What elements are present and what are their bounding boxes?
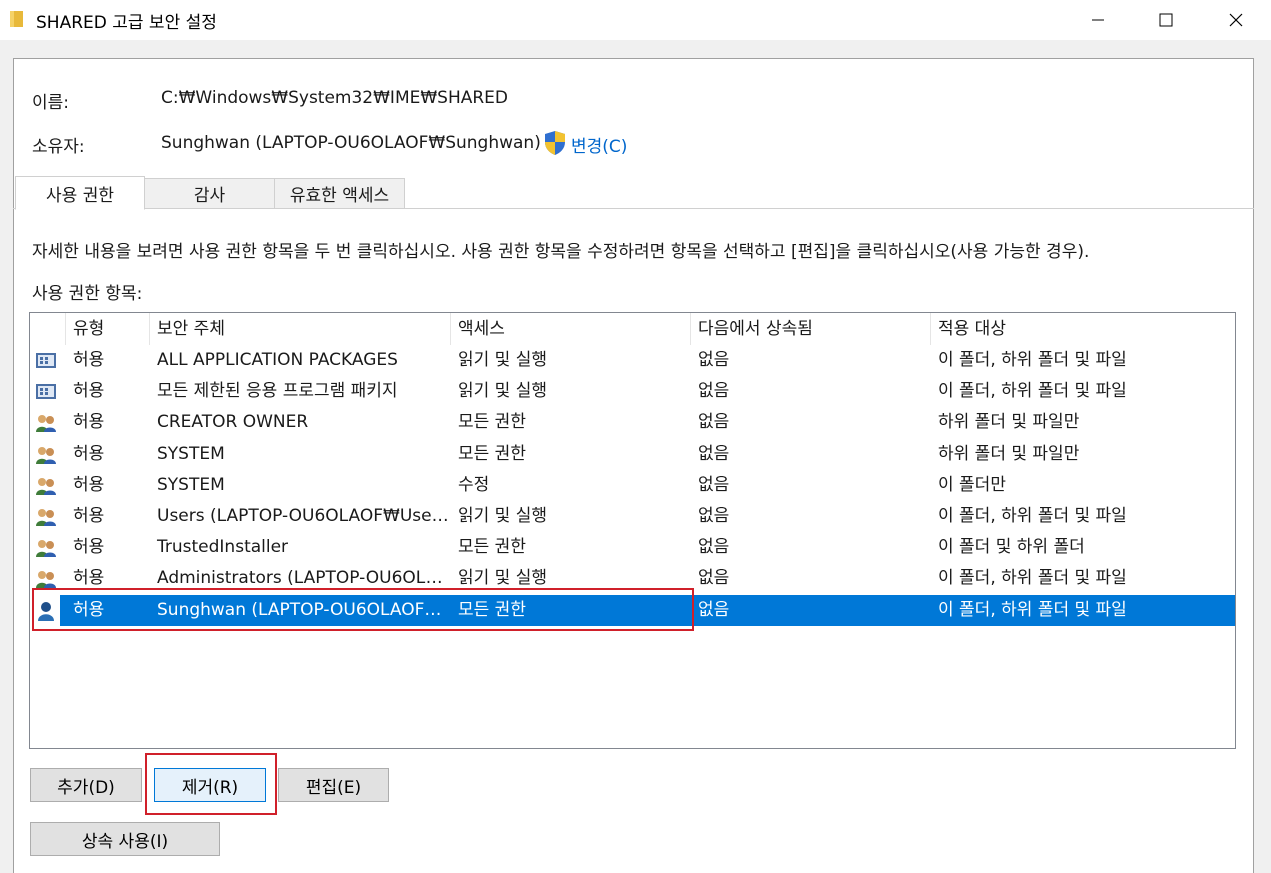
- name-value: C:₩Windows₩System32₩IME₩SHARED: [161, 88, 509, 108]
- title-bar: SHARED 고급 보안 설정: [0, 0, 1271, 40]
- remove-button[interactable]: 제거(R): [154, 768, 266, 802]
- cell-type: 허용: [73, 474, 105, 495]
- column-header-type[interactable]: 유형: [66, 313, 150, 345]
- add-button[interactable]: 추가(D): [30, 768, 142, 802]
- list-header: 유형 보안 주체 액세스 다음에서 상속됨 적용 대상: [30, 313, 1235, 345]
- cell-inherited: 없음: [698, 599, 730, 620]
- cell-type: 허용: [73, 568, 105, 589]
- group-icon: [35, 445, 57, 465]
- cell-type: 허용: [73, 443, 105, 464]
- permission-row[interactable]: 허용 SYSTEM 모든 권한 없음 하위 폴더 및 파일만: [30, 439, 1235, 470]
- cell-access: 읽기 및 실행: [458, 568, 548, 589]
- cell-access: 모든 권한: [458, 537, 526, 558]
- cell-principal: ALL APPLICATION PACKAGES: [157, 350, 398, 370]
- change-owner-link[interactable]: 변경(C): [571, 132, 627, 157]
- cell-inherited: 없음: [698, 412, 730, 433]
- header-icon-column: [30, 313, 66, 345]
- maximize-icon: [1159, 13, 1173, 27]
- permission-row[interactable]: 허용 SYSTEM 수정 없음 이 폴더만: [30, 470, 1235, 501]
- cell-access: 수정: [458, 474, 490, 495]
- permission-row[interactable]: 허용 ALL APPLICATION PACKAGES 읽기 및 실행 없음 이 폴더,…: [30, 345, 1235, 376]
- cell-applies-to: 이 폴더, 하위 폴더 및 파일: [938, 599, 1127, 620]
- cell-applies-to: 하위 폴더 및 파일만: [938, 443, 1080, 464]
- name-label: 이름:: [32, 93, 70, 113]
- cell-principal: Sunghwan (LAPTOP-OU6OLAOF₩...: [157, 599, 451, 620]
- app-package-icon: [35, 382, 57, 402]
- column-header-principal[interactable]: 보안 주체: [150, 313, 451, 345]
- close-icon: [1229, 13, 1243, 27]
- cell-principal: Users (LAPTOP-OU6OLAOF₩Users): [157, 506, 451, 526]
- cell-access: 모든 권한: [458, 443, 526, 464]
- app-package-icon: [35, 351, 57, 371]
- permission-row[interactable]: 허용 CREATOR OWNER 모든 권한 없음 하위 폴더 및 파일만: [30, 407, 1235, 438]
- cell-inherited: 없음: [698, 350, 730, 370]
- cell-applies-to: 하위 폴더 및 파일만: [938, 412, 1080, 433]
- cell-inherited: 없음: [698, 443, 730, 464]
- column-header-inherited[interactable]: 다음에서 상속됨: [691, 313, 931, 345]
- cell-principal: CREATOR OWNER: [157, 412, 309, 433]
- window-title: SHARED 고급 보안 설정: [36, 13, 217, 33]
- uac-shield-icon: [545, 131, 565, 155]
- tab-auditing[interactable]: 감사: [144, 178, 275, 209]
- permission-row[interactable]: 허용 Users (LAPTOP-OU6OLAOF₩Users) 읽기 및 실행 없음…: [30, 501, 1235, 532]
- cell-applies-to: 이 폴더, 하위 폴더 및 파일: [938, 381, 1127, 402]
- cell-inherited: 없음: [698, 537, 730, 558]
- maximize-button[interactable]: [1131, 0, 1201, 40]
- cell-applies-to: 이 폴더, 하위 폴더 및 파일: [938, 350, 1127, 370]
- permission-row[interactable]: 허용 모든 제한된 응용 프로그램 패키지 읽기 및 실행 없음 이 폴더, 하위 폴더…: [30, 376, 1235, 407]
- column-header-applies-to[interactable]: 적용 대상: [931, 313, 1235, 345]
- permission-row[interactable]: 허용 TrustedInstaller 모든 권한 없음 이 폴더 및 하위 폴더: [30, 532, 1235, 563]
- cell-applies-to: 이 폴더만: [938, 474, 1006, 495]
- instructions-text: 자세한 내용을 보려면 사용 권한 항목을 두 번 클릭하십시오. 사용 권한 …: [32, 242, 1090, 262]
- cell-access: 읽기 및 실행: [458, 350, 548, 370]
- cell-access: 모든 권한: [458, 599, 526, 620]
- minimize-icon: [1092, 19, 1104, 21]
- cell-type: 허용: [73, 350, 105, 370]
- owner-value: Sunghwan (LAPTOP-OU6OLAOF₩Sunghwan): [161, 133, 541, 153]
- cell-principal: SYSTEM: [157, 443, 225, 464]
- cell-principal: Administrators (LAPTOP-OU6OLA...: [157, 568, 451, 589]
- permission-row[interactable]: 허용 Administrators (LAPTOP-OU6OLA... 읽기 및 실…: [30, 563, 1235, 594]
- tab-permissions[interactable]: 사용 권한: [15, 176, 145, 210]
- cell-inherited: 없음: [698, 474, 730, 495]
- cell-type: 허용: [73, 412, 105, 433]
- cell-access: 모든 권한: [458, 412, 526, 433]
- cell-applies-to: 이 폴더, 하위 폴더 및 파일: [938, 506, 1127, 526]
- cell-principal: 모든 제한된 응용 프로그램 패키지: [157, 381, 398, 402]
- close-button[interactable]: [1201, 0, 1271, 40]
- cell-type: 허용: [73, 506, 105, 526]
- group-icon: [35, 476, 57, 496]
- cell-type: 허용: [73, 599, 105, 620]
- user-icon: [35, 601, 57, 621]
- permission-entries-label: 사용 권한 항목:: [32, 284, 143, 304]
- enable-inheritance-button[interactable]: 상속 사용(I): [30, 822, 220, 856]
- group-icon: [35, 507, 57, 527]
- permission-row[interactable]: 허용 Sunghwan (LAPTOP-OU6OLAOF₩... 모든 권한 없음 이 …: [30, 594, 1235, 626]
- cell-access: 읽기 및 실행: [458, 506, 548, 526]
- tab-effective-access[interactable]: 유효한 액세스: [274, 178, 405, 209]
- cell-type: 허용: [73, 381, 105, 402]
- cell-applies-to: 이 폴더 및 하위 폴더: [938, 537, 1085, 558]
- column-header-access[interactable]: 액세스: [451, 313, 691, 345]
- folder-icon: [10, 11, 23, 27]
- minimize-button[interactable]: [1063, 0, 1133, 40]
- group-icon: [35, 538, 57, 558]
- cell-inherited: 없음: [698, 381, 730, 402]
- cell-principal: SYSTEM: [157, 474, 225, 495]
- group-icon: [35, 569, 57, 589]
- cell-inherited: 없음: [698, 506, 730, 526]
- cell-inherited: 없음: [698, 568, 730, 589]
- cell-principal: TrustedInstaller: [157, 537, 289, 558]
- cell-access: 읽기 및 실행: [458, 381, 548, 402]
- permission-entries-list[interactable]: 유형 보안 주체 액세스 다음에서 상속됨 적용 대상 허용 ALL APPLIC…: [29, 312, 1236, 749]
- edit-button[interactable]: 편집(E): [278, 768, 389, 802]
- cell-applies-to: 이 폴더, 하위 폴더 및 파일: [938, 568, 1127, 589]
- cell-type: 허용: [73, 537, 105, 558]
- group-icon: [35, 413, 57, 433]
- owner-label: 소유자:: [32, 137, 85, 157]
